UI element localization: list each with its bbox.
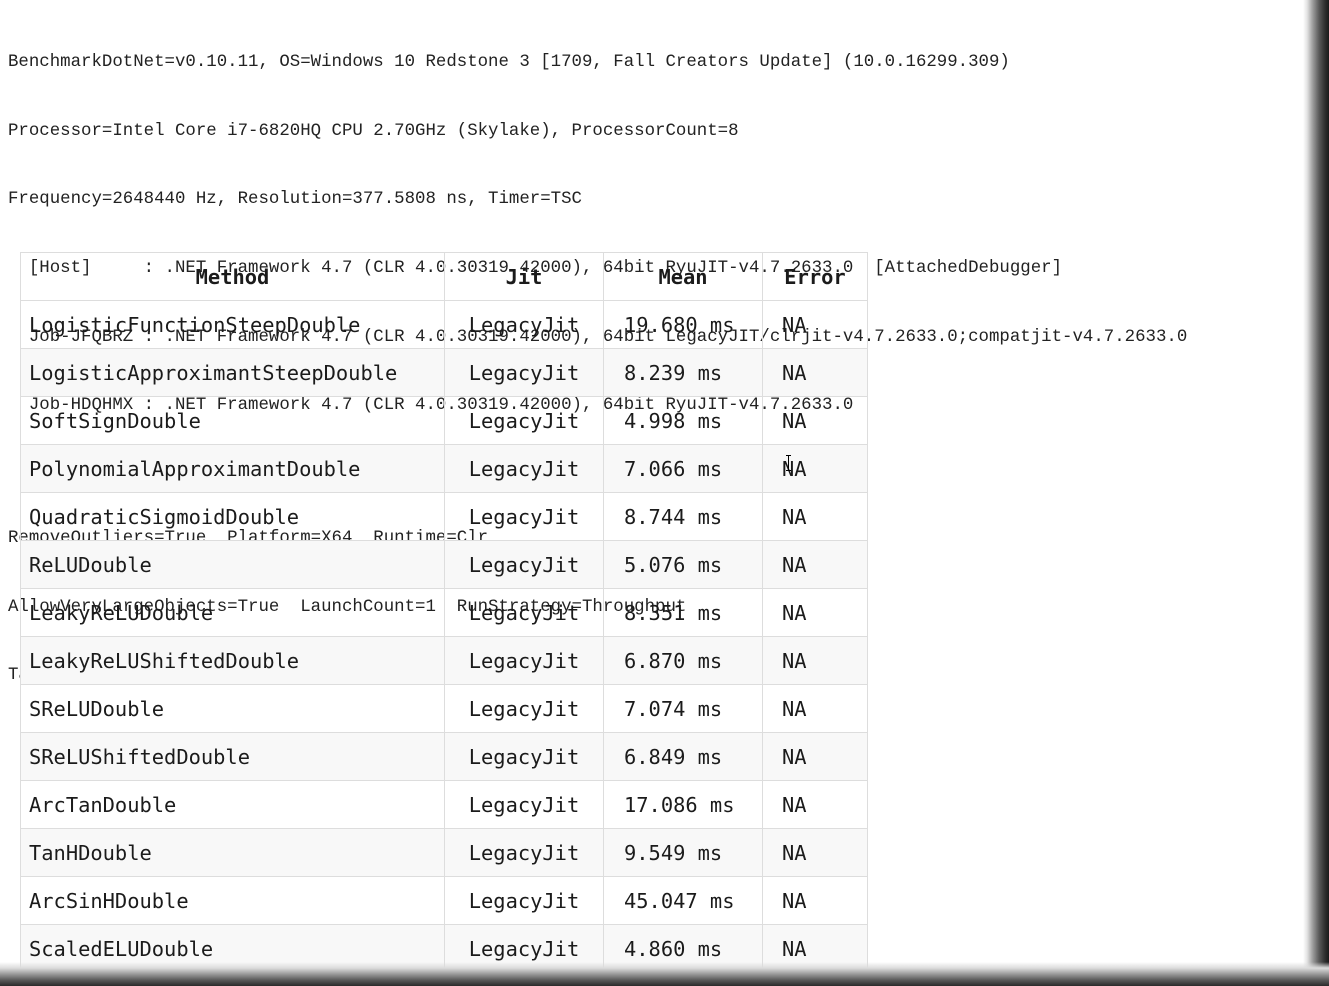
cell-error: NA: [762, 780, 868, 829]
frame-shadow-right: [1303, 0, 1329, 986]
cell-method: LogisticFunctionSteepDouble: [20, 300, 445, 349]
env-line-frequency: Frequency=2648440 Hz, Resolution=377.580…: [8, 190, 582, 210]
text-cursor-icon: [786, 455, 791, 471]
cell-method: SReLUDouble: [20, 684, 445, 733]
cell-method: ReLUDouble: [20, 540, 445, 589]
results-table: Method Jit Mean Error LogisticFunctionSt…: [20, 252, 868, 973]
cell-mean: 5.076 ms: [603, 540, 763, 589]
cell-error: NA: [762, 300, 868, 349]
cell-jit: LegacyJit: [444, 828, 604, 877]
table-row: PolynomialApproximantDouble LegacyJit 7.…: [20, 444, 868, 493]
cell-method: LeakyReLUShiftedDouble: [20, 636, 445, 685]
frame-shadow-bottom: [0, 962, 1329, 986]
cell-method: TanHDouble: [20, 828, 445, 877]
text-cursor-glyph: [786, 455, 791, 471]
benchmark-report-page: BenchmarkDotNet=v0.10.11, OS=Windows 10 …: [0, 0, 1329, 986]
cell-error: NA: [762, 876, 868, 925]
cell-mean: 19.680 ms: [603, 300, 763, 349]
table-row: SReLUDouble LegacyJit 7.074 ms NA: [20, 684, 868, 733]
cell-error: NA: [762, 732, 868, 781]
cell-method: QuadraticSigmoidDouble: [20, 492, 445, 541]
cell-method: LeakyReLUDouble: [20, 588, 445, 637]
table-row: LeakyReLUShiftedDouble LegacyJit 6.870 m…: [20, 636, 868, 685]
table-row: LogisticFunctionSteepDouble LegacyJit 19…: [20, 300, 868, 349]
header-error: Error: [762, 252, 868, 301]
cell-mean: 6.849 ms: [603, 732, 763, 781]
cell-jit: LegacyJit: [444, 876, 604, 925]
cell-jit: LegacyJit: [444, 492, 604, 541]
table-header-row: Method Jit Mean Error: [20, 252, 868, 301]
cell-jit: LegacyJit: [444, 684, 604, 733]
cell-mean: 17.086 ms: [603, 780, 763, 829]
cell-mean: 4.998 ms: [603, 396, 763, 445]
cell-mean: 9.549 ms: [603, 828, 763, 877]
cell-jit: LegacyJit: [444, 348, 604, 397]
cell-error: NA: [762, 636, 868, 685]
cell-error: NA: [762, 492, 868, 541]
env-line-processor: Processor=Intel Core i7-6820HQ CPU 2.70G…: [8, 121, 739, 141]
cell-mean: 8.744 ms: [603, 492, 763, 541]
cell-error: NA: [762, 540, 868, 589]
cell-mean: 7.074 ms: [603, 684, 763, 733]
cell-jit: LegacyJit: [444, 444, 604, 493]
cell-mean: 7.066 ms: [603, 444, 763, 493]
table-row: QuadraticSigmoidDouble LegacyJit 8.744 m…: [20, 492, 868, 541]
cell-jit: LegacyJit: [444, 396, 604, 445]
cell-method: LogisticApproximantSteepDouble: [20, 348, 445, 397]
table-row: LogisticApproximantSteepDouble LegacyJit…: [20, 348, 868, 397]
header-mean: Mean: [603, 252, 763, 301]
cell-method: SoftSignDouble: [20, 396, 445, 445]
cell-jit: LegacyJit: [444, 636, 604, 685]
table-row: ArcTanDouble LegacyJit 17.086 ms NA: [20, 780, 868, 829]
cell-method: ArcSinHDouble: [20, 876, 445, 925]
cell-error: NA: [762, 684, 868, 733]
cell-mean: 8.239 ms: [603, 348, 763, 397]
cell-method: ArcTanDouble: [20, 780, 445, 829]
table-row: TanHDouble LegacyJit 9.549 ms NA: [20, 828, 868, 877]
cell-jit: LegacyJit: [444, 780, 604, 829]
cell-error: NA: [762, 828, 868, 877]
cell-mean: 8.351 ms: [603, 588, 763, 637]
header-jit: Jit: [444, 252, 604, 301]
table-row: SoftSignDouble LegacyJit 4.998 ms NA: [20, 396, 868, 445]
cell-jit: LegacyJit: [444, 540, 604, 589]
cell-jit: LegacyJit: [444, 588, 604, 637]
cell-mean: 45.047 ms: [603, 876, 763, 925]
env-line-benchmarkdotnet: BenchmarkDotNet=v0.10.11, OS=Windows 10 …: [8, 52, 1010, 72]
header-method: Method: [20, 252, 445, 301]
table-row: ReLUDouble LegacyJit 5.076 ms NA: [20, 540, 868, 589]
cell-method: SReLUShiftedDouble: [20, 732, 445, 781]
cell-mean: 6.870 ms: [603, 636, 763, 685]
table-row: LeakyReLUDouble LegacyJit 8.351 ms NA: [20, 588, 868, 637]
cell-error: NA: [762, 444, 868, 493]
cell-error: NA: [762, 396, 868, 445]
cell-method: PolynomialApproximantDouble: [20, 444, 445, 493]
table-row: SReLUShiftedDouble LegacyJit 6.849 ms NA: [20, 732, 868, 781]
cell-jit: LegacyJit: [444, 300, 604, 349]
cell-jit: LegacyJit: [444, 732, 604, 781]
table-row: ArcSinHDouble LegacyJit 45.047 ms NA: [20, 876, 868, 925]
cell-error: NA: [762, 588, 868, 637]
cell-error: NA: [762, 348, 868, 397]
